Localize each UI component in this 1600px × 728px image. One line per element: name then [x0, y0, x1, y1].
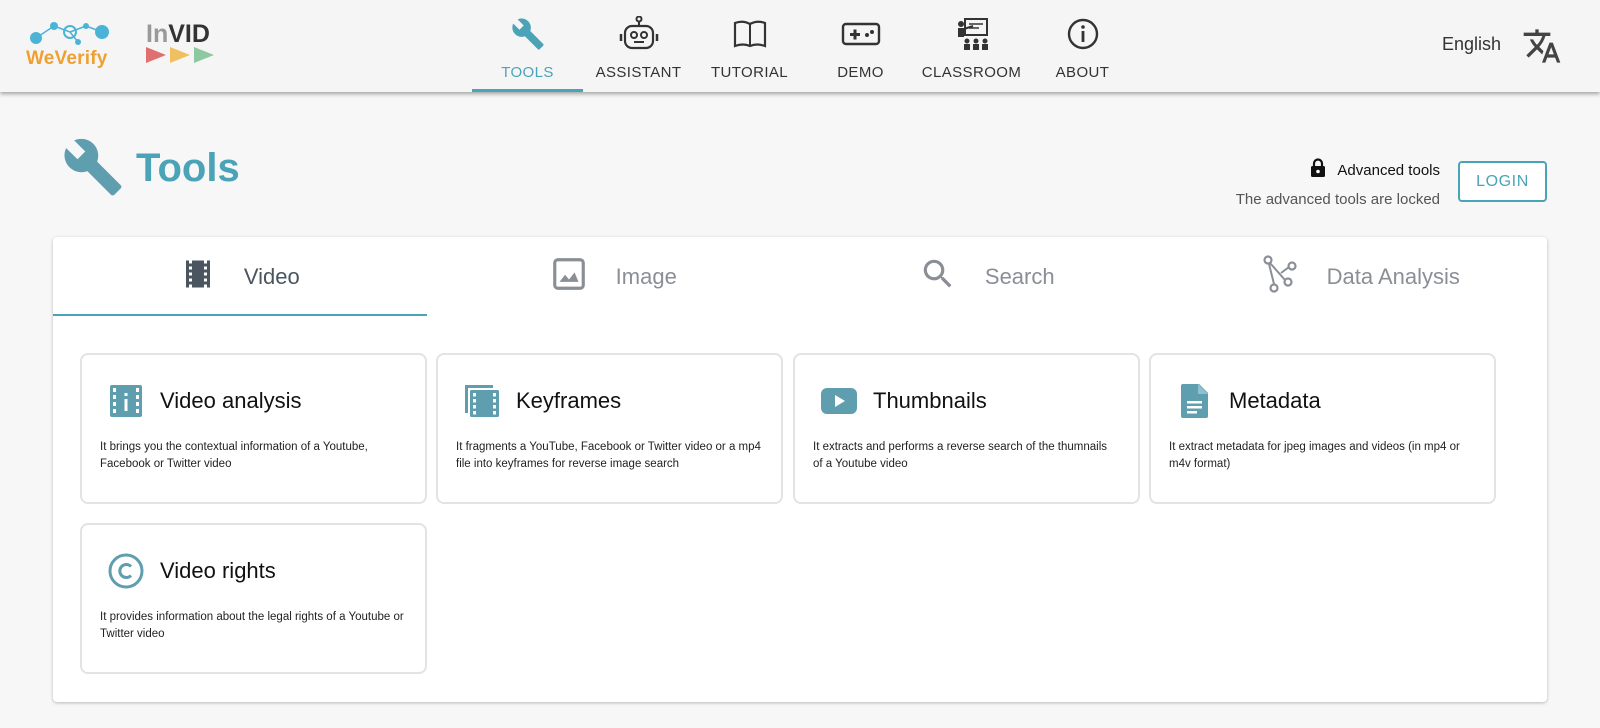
tool-title: Metadata	[1229, 388, 1321, 413]
tool-card-video-rights[interactable]: Video rights It provides information abo…	[80, 523, 427, 674]
nav-assistant-label: ASSISTANT	[595, 64, 682, 81]
translate-icon[interactable]	[1522, 26, 1562, 71]
tool-description: It provides information about the legal …	[100, 611, 404, 640]
youtube-icon	[819, 381, 859, 421]
invid-logo-suffix: VID	[168, 20, 210, 48]
nav-tools[interactable]: TOOLS	[472, 0, 583, 92]
page-title: Tools	[136, 146, 240, 190]
nav-classroom[interactable]: CLASSROOM	[916, 0, 1027, 92]
tool-card-thumbnails[interactable]: Thumbnails It extracts and performs a re…	[793, 353, 1140, 504]
nav-assistant[interactable]: ASSISTANT	[583, 0, 694, 92]
nav-tutorial-label: TUTORIAL	[710, 64, 789, 81]
tool-card-metadata[interactable]: Metadata It extract metadata for jpeg im…	[1149, 353, 1496, 504]
classroom-icon	[952, 14, 992, 54]
tab-video[interactable]: Video	[53, 237, 427, 316]
robot-icon	[619, 14, 659, 54]
document-icon	[1175, 381, 1215, 421]
weverify-network-icon	[30, 22, 109, 45]
tab-search[interactable]: Search	[800, 237, 1174, 316]
copyright-icon	[106, 551, 146, 591]
nav-about[interactable]: ABOUT	[1027, 0, 1138, 92]
tool-title: Video analysis	[160, 388, 302, 413]
tab-image-label: Image	[615, 263, 677, 289]
tools-panel: Video Image Search Data Analysis Video a…	[53, 237, 1547, 702]
invid-logo-text: InVID	[146, 20, 210, 49]
video-analysis-icon	[106, 381, 146, 421]
keyframes-icon	[462, 381, 502, 421]
main-nav: TOOLS ASSISTANT TUTORIAL DEMO CLASSROOM	[472, 0, 1138, 92]
nav-demo-label: DEMO	[837, 64, 884, 81]
search-icon	[919, 255, 957, 298]
invid-play-icons	[146, 47, 214, 63]
login-button[interactable]: LOGIN	[1458, 161, 1547, 202]
nav-about-label: ABOUT	[1055, 64, 1110, 81]
lock-icon	[1309, 158, 1327, 183]
app-bar: WeVerify InVID TOOLS ASSISTANT TUTORIAL	[0, 0, 1600, 92]
nav-tools-label: TOOLS	[501, 64, 554, 81]
nav-classroom-label: CLASSROOM	[921, 64, 1022, 81]
tool-title: Keyframes	[516, 388, 622, 413]
gamepad-icon	[841, 14, 881, 54]
tool-title: Video rights	[160, 558, 276, 583]
tab-search-label: Search	[984, 263, 1055, 289]
advanced-tools-status: Advanced tools The advanced tools are lo…	[1236, 158, 1440, 208]
tool-card-video-analysis[interactable]: Video analysis It brings you the context…	[80, 353, 427, 504]
tool-title: Thumbnails	[873, 388, 987, 413]
tab-data-analysis[interactable]: Data Analysis	[1174, 237, 1548, 316]
film-icon	[180, 256, 216, 297]
tab-video-label: Video	[243, 263, 300, 289]
tab-image[interactable]: Image	[427, 237, 801, 316]
nav-tutorial[interactable]: TUTORIAL	[694, 0, 805, 92]
tool-description: It brings you the contextual information…	[100, 441, 368, 470]
weverify-logo-text: WeVerify	[26, 48, 108, 69]
tool-description: It extract metadata for jpeg images and …	[1169, 441, 1460, 470]
info-icon	[1063, 14, 1103, 54]
language-label[interactable]: English	[1442, 34, 1501, 55]
nav-demo[interactable]: DEMO	[805, 0, 916, 92]
tool-description: It extracts and performs a reverse searc…	[813, 441, 1108, 470]
tab-data-analysis-label: Data Analysis	[1326, 263, 1460, 289]
wrench-icon	[508, 14, 548, 54]
tool-card-keyframes[interactable]: Keyframes It fragments a YouTube, Facebo…	[436, 353, 783, 504]
tool-description: It fragments a YouTube, Facebook or Twit…	[456, 441, 761, 470]
page-wrench-icon	[62, 136, 124, 203]
weverify-logo[interactable]: WeVerify	[26, 18, 116, 70]
advanced-tools-subtitle: The advanced tools are locked	[1235, 191, 1440, 208]
advanced-tools-title: Advanced tools	[1337, 162, 1440, 179]
graph-icon	[1261, 255, 1299, 298]
invid-logo-prefix: In	[146, 20, 169, 48]
category-tabs: Video Image Search Data Analysis	[53, 237, 1547, 316]
invid-logo[interactable]: InVID	[146, 20, 220, 64]
image-icon	[550, 255, 588, 298]
book-icon	[730, 14, 770, 54]
